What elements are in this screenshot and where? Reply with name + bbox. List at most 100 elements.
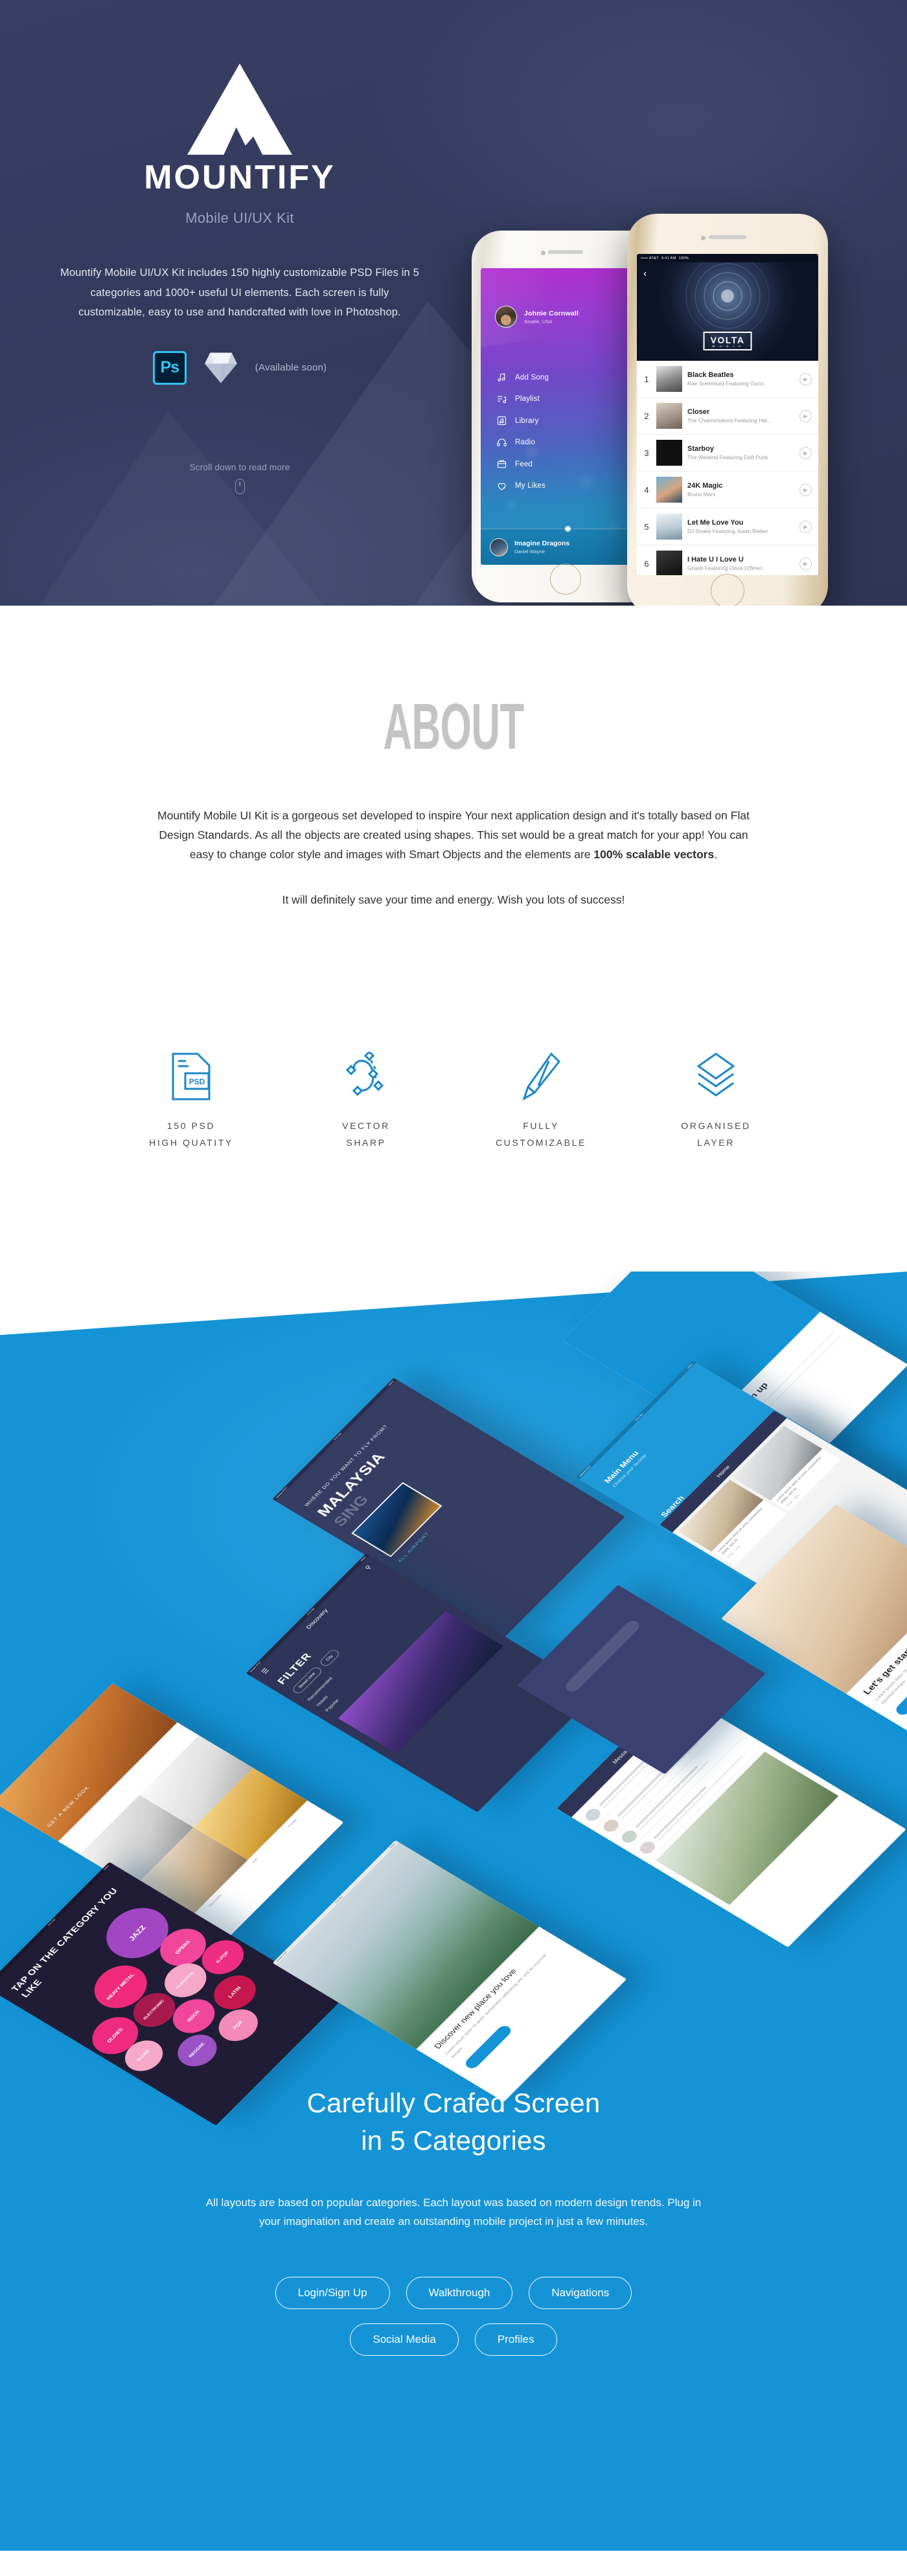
play-circle-icon[interactable]: ▶ <box>799 372 812 385</box>
chevron-left-icon[interactable]: ‹ <box>643 269 647 279</box>
track-row[interactable]: 3 Starboy The Weeknd Featuring Daft Punk… <box>637 435 818 472</box>
feature-vector: VECTOR SHARP <box>288 1039 444 1152</box>
tab-profile[interactable]: Profile <box>288 1819 299 1829</box>
home-button[interactable] <box>711 574 744 606</box>
menu-item-label: Radio <box>515 439 536 446</box>
track-artist: The Weeknd Featuring Daft Punk <box>687 454 768 461</box>
about-highlight: 100% scalable vectors <box>593 848 715 861</box>
pill-walkthrough[interactable]: Walkthrough <box>406 2276 513 2309</box>
pill-social-media[interactable]: Social Media <box>350 2323 459 2356</box>
menu-item-my-likes[interactable]: My Likes <box>496 481 549 492</box>
play-circle-icon[interactable]: ▶ <box>799 483 812 496</box>
phone-camera <box>701 236 706 240</box>
track-row[interactable]: 4 24K Magic Bruno Mars ▶ <box>637 472 818 508</box>
feature-label: 150 PSD HIGH QUATITY <box>113 1118 269 1152</box>
search-input[interactable] <box>562 1619 643 1694</box>
feature-label-line2: LAYER <box>697 1137 735 1148</box>
blue-heading-line2: in 5 Categories <box>361 2125 546 2156</box>
format-badges: Ps (Available soon) <box>0 350 479 385</box>
now-playing-subtitle: Daniel Wayne <box>514 548 545 554</box>
track-rank: 3 <box>644 448 649 458</box>
feature-customizable: FULLY CUSTOMIZABLE <box>463 1039 619 1152</box>
track-row[interactable]: 6 I Hate U I Love U Gnash Featuring Oliv… <box>637 545 818 575</box>
track-title: I Hate U I Love U <box>687 556 744 564</box>
track-list: 1 Black Beatles Rae Sremmurd Featuring G… <box>637 361 818 575</box>
avatar <box>582 1807 604 1823</box>
genre-bubble-pop[interactable]: POP <box>210 2003 266 2047</box>
menu-item-add-song[interactable]: Add Song <box>496 372 549 383</box>
feature-icon-wrap <box>463 1039 619 1101</box>
mountain-logo-icon <box>187 63 292 155</box>
track-artist: DJ Snake Featuring Justin Bieber <box>687 528 768 534</box>
page-title: ABOUT <box>383 690 524 763</box>
menu-item-library[interactable]: Library <box>496 415 549 426</box>
about-paragraph-2: It will definitely save your time and en… <box>282 893 625 907</box>
avatar <box>495 306 517 328</box>
track-cover <box>656 440 682 466</box>
music-chart-app: ••••• AT&T 9:41 AM 100% ‹ VOLTA M U S I … <box>637 254 818 575</box>
play-circle-icon[interactable]: ▶ <box>799 520 812 533</box>
hero-phone-mockups: Johnie Cornwall Seattle, USA Add Song Pl… <box>454 214 907 606</box>
track-artist: Gnash Featuring Olivia O'Brien <box>687 565 763 571</box>
side-menu-list: Add Song Playlist Library Radio Feed My … <box>496 372 549 492</box>
play-circle-icon[interactable]: ▶ <box>799 409 812 422</box>
track-cover <box>656 366 682 392</box>
track-rank: 2 <box>644 411 649 421</box>
feature-label: ORGANISED LAYER <box>638 1118 794 1152</box>
features-section: PSD 150 PSD HIGH QUATITY VECTOR SHARP FU… <box>113 1039 794 1152</box>
now-playing-bar[interactable]: Imagine Dragons Daniel Wayne <box>481 527 650 565</box>
showcase-section: ●●●●● AT&T 9:41 AM 100% WHERE DO YOU WAN… <box>0 1271 907 2551</box>
track-row[interactable]: 5 Let Me Love You DJ Snake Featuring Jus… <box>637 508 818 545</box>
hero-section: MOUNTIFY Mobile UI/UX Kit Mountify Mobil… <box>0 0 907 606</box>
feature-label-line2: CUSTOMIZABLE <box>496 1137 586 1148</box>
genre-bubble-reggae[interactable]: REGGAE <box>169 2028 225 2073</box>
phone-mockup-right: ••••• AT&T 9:41 AM 100% ‹ VOLTA M U S I … <box>627 214 828 606</box>
menu-item-label: My Likes <box>515 482 545 490</box>
user-location: Seattle, USA <box>524 318 553 325</box>
track-rank: 1 <box>644 374 649 384</box>
feature-label-line1: 150 PSD <box>166 1121 216 1132</box>
status-bar: ••••• AT&T 9:41 AM 100% <box>637 254 818 262</box>
track-cover <box>656 514 682 540</box>
phone-left-screen: Johnie Cornwall Seattle, USA Add Song Pl… <box>481 268 650 565</box>
status-battery: 100% <box>678 256 689 260</box>
headphones-icon <box>497 438 507 446</box>
user-profile[interactable]: Johnie Cornwall Seattle, USA <box>495 306 579 328</box>
pill-navigations[interactable]: Navigations <box>529 2276 632 2309</box>
track-title: 24K Magic <box>687 482 723 490</box>
status-time: 9:41 AM <box>661 256 676 260</box>
pill-profiles[interactable]: Profiles <box>474 2323 557 2356</box>
home-button[interactable] <box>550 564 581 595</box>
track-row[interactable]: 1 Black Beatles Rae Sremmurd Featuring G… <box>637 361 818 398</box>
comment-count: 223 <box>794 1494 801 1500</box>
volta-logo: VOLTA M U S I C <box>703 332 752 350</box>
feature-label-line1: VECTOR <box>342 1121 390 1132</box>
menu-item-radio[interactable]: Radio <box>496 437 549 448</box>
track-row[interactable]: 2 Closer The Chainsmokers Featuring Hal…… <box>637 398 818 435</box>
filter-chip[interactable]: City <box>318 1648 341 1668</box>
pill-login-signup[interactable]: Login/Sign Up <box>275 2276 390 2309</box>
photoshop-icon: Ps <box>152 350 187 385</box>
menu-item-label: Playlist <box>515 395 540 403</box>
phone-speaker <box>709 235 746 239</box>
avatar <box>637 1839 658 1856</box>
menu-item-playlist[interactable]: Playlist <box>496 394 549 405</box>
play-circle-icon[interactable]: ▶ <box>799 557 812 570</box>
track-title: Closer <box>687 408 710 416</box>
status-carrier: ••••• AT&T <box>641 256 659 260</box>
track-rank: 6 <box>644 558 649 569</box>
blue-body: All layouts are based on popular categor… <box>205 2196 702 2228</box>
play-circle-icon[interactable]: ▶ <box>799 446 812 459</box>
library-icon <box>497 416 507 426</box>
progress-dot[interactable] <box>566 527 570 531</box>
menu-item-feed[interactable]: Feed <box>496 459 549 470</box>
tab-gift[interactable]: Gift <box>251 1858 258 1864</box>
feature-label-line2: HIGH QUATITY <box>149 1137 233 1148</box>
vector-bezier-icon <box>345 1052 384 1097</box>
volta-logo-sub: M U S I C <box>712 345 743 348</box>
feature-label-line1: ORGANISED <box>681 1121 751 1132</box>
music-side-menu-app: Johnie Cornwall Seattle, USA Add Song Pl… <box>481 268 650 565</box>
available-soon-label: (Available soon) <box>255 362 327 374</box>
scroll-hint-label: Scroll down to read more <box>189 462 290 472</box>
heart-plus-icon <box>498 483 506 490</box>
